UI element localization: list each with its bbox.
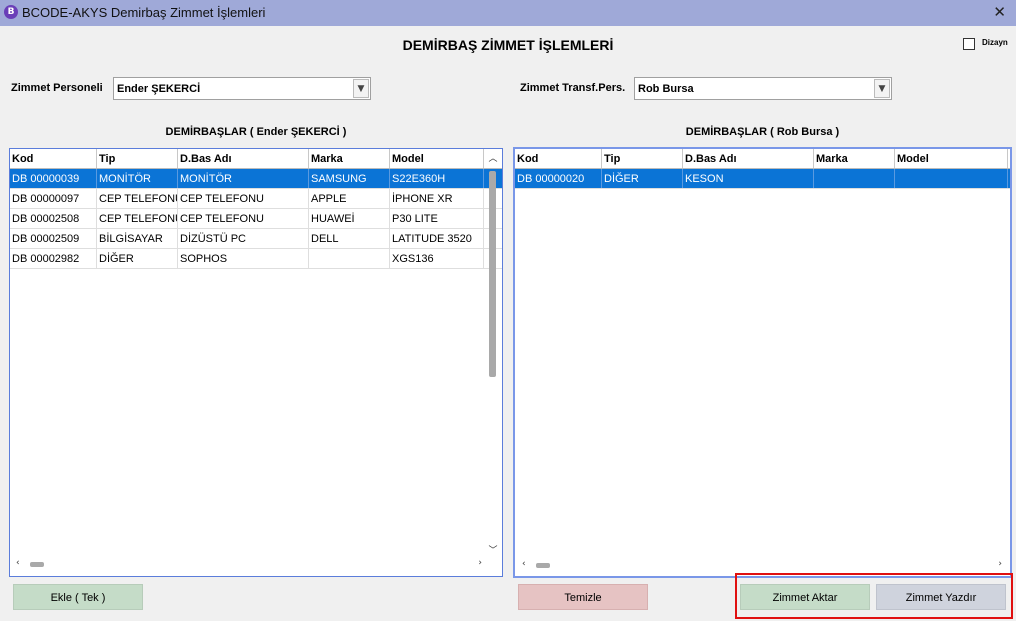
- design-checkbox[interactable]: [963, 38, 975, 50]
- highlight-frame: [735, 573, 1013, 619]
- zimmet-personeli-value: Ender ŞEKERCİ: [117, 83, 201, 95]
- transfer-person-label: Zimmet Transf.Pers.: [520, 82, 626, 94]
- scroll-thumb[interactable]: [489, 171, 496, 377]
- clear-button[interactable]: Temizle: [518, 584, 648, 610]
- column-header[interactable]: Marka: [309, 149, 390, 168]
- table-cell: DB 00000097: [10, 189, 97, 208]
- table-cell: SAMSUNG: [309, 169, 390, 188]
- table-cell: [895, 169, 1008, 188]
- right-grid-title: DEMİRBAŞLAR ( Rob Bursa ): [685, 126, 840, 138]
- table-row[interactable]: DB 00002508 CEP TELEFONU CEP TELEFONU HUAWE…: [10, 209, 502, 229]
- add-single-button[interactable]: Ekle ( Tek ): [13, 584, 143, 610]
- column-header[interactable]: Tip: [97, 149, 178, 168]
- left-grid-title: DEMİRBAŞLAR ( Ender ŞEKERCİ ): [165, 126, 347, 138]
- table-row[interactable]: DB 00000039 MONİTÖR MONİTÖR SAMSUNG S22E360H: [10, 169, 502, 189]
- column-header[interactable]: D.Bas Adı: [178, 149, 309, 168]
- table-cell: SOPHOS: [178, 249, 309, 268]
- table-cell: DB 00000039: [10, 169, 97, 188]
- table-cell: CEP TELEFONU: [97, 189, 178, 208]
- scroll-left-icon[interactable]: ‹: [522, 559, 526, 569]
- title-bar: B BCODE-AKYS Demirbaş Zimmet İşlemleri ✕: [0, 0, 1016, 26]
- zimmet-personeli-select[interactable]: Ender ŞEKERCİ ▼: [113, 77, 371, 100]
- table-cell: DELL: [309, 229, 390, 248]
- table-cell: P30 LITE: [390, 209, 484, 228]
- table-cell: CEP TELEFONU: [97, 209, 178, 228]
- zimmet-personeli-label: Zimmet Personeli: [11, 82, 103, 94]
- column-header[interactable]: Marka: [814, 149, 895, 168]
- table-cell: DİĞER: [602, 169, 683, 188]
- table-cell: CEP TELEFONU: [178, 209, 309, 228]
- column-header[interactable]: Model: [895, 149, 1008, 168]
- table-cell: HUAWEİ: [309, 209, 390, 228]
- left-horizontal-scrollbar[interactable]: ‹ ›: [16, 558, 482, 570]
- right-assets-grid[interactable]: Kod Tip D.Bas Adı Marka Model DB 00000020 DİĞ…: [513, 147, 1012, 578]
- table-cell: MONİTÖR: [97, 169, 178, 188]
- table-cell: CEP TELEFONU: [178, 189, 309, 208]
- table-cell: MONİTÖR: [178, 169, 309, 188]
- left-grid-body: DB 00000039 MONİTÖR MONİTÖR SAMSUNG S22E360H…: [10, 169, 502, 269]
- left-grid-header: Kod Tip D.Bas Adı Marka Model: [10, 149, 502, 169]
- form-body: DEMİRBAŞ ZİMMET İŞLEMLERİ Dizayn Zimmet …: [0, 26, 1016, 621]
- column-header[interactable]: Kod: [10, 149, 97, 168]
- scroll-thumb[interactable]: [30, 562, 44, 567]
- table-row[interactable]: DB 00002982 DİĞER SOPHOS XGS136: [10, 249, 502, 269]
- column-header[interactable]: D.Bas Adı: [683, 149, 814, 168]
- table-cell: S22E360H: [390, 169, 484, 188]
- scroll-left-icon[interactable]: ‹: [16, 558, 20, 568]
- table-cell: XGS136: [390, 249, 484, 268]
- table-cell: [814, 169, 895, 188]
- left-vertical-scrollbar[interactable]: ︿ ﹀: [488, 151, 498, 556]
- table-cell: [309, 249, 390, 268]
- table-cell: KESON: [683, 169, 814, 188]
- scroll-up-icon[interactable]: ︿: [488, 151, 498, 164]
- right-horizontal-scrollbar[interactable]: ‹ ›: [522, 559, 1002, 571]
- page-title: DEMİRBAŞ ZİMMET İŞLEMLERİ: [402, 37, 614, 53]
- column-header[interactable]: Model: [390, 149, 484, 168]
- table-cell: DB 00000020: [515, 169, 602, 188]
- table-cell: DB 00002508: [10, 209, 97, 228]
- right-grid-header: Kod Tip D.Bas Adı Marka Model: [515, 149, 1010, 169]
- window-title: BCODE-AKYS Demirbaş Zimmet İşlemleri: [22, 5, 266, 20]
- column-header[interactable]: Kod: [515, 149, 602, 168]
- table-cell: DB 00002982: [10, 249, 97, 268]
- scroll-right-icon[interactable]: ›: [478, 558, 482, 568]
- table-cell: APPLE: [309, 189, 390, 208]
- scroll-down-icon[interactable]: ﹀: [488, 543, 498, 556]
- table-cell: DİZÜSTÜ PC: [178, 229, 309, 248]
- scroll-thumb[interactable]: [536, 563, 550, 568]
- scroll-right-icon[interactable]: ›: [998, 559, 1002, 569]
- table-cell: DB 00002509: [10, 229, 97, 248]
- left-assets-grid[interactable]: Kod Tip D.Bas Adı Marka Model DB 00000039 MON…: [9, 148, 503, 577]
- table-cell: BİLGİSAYAR: [97, 229, 178, 248]
- transfer-person-value: Rob Bursa: [638, 83, 694, 95]
- table-cell: LATITUDE 3520: [390, 229, 484, 248]
- design-checkbox-label: Dizayn: [982, 38, 1008, 47]
- app-logo-icon: B: [4, 5, 18, 19]
- table-row[interactable]: DB 00000097 CEP TELEFONU CEP TELEFONU APPLE…: [10, 189, 502, 209]
- chevron-down-icon[interactable]: ▼: [874, 79, 890, 98]
- transfer-person-select[interactable]: Rob Bursa ▼: [634, 77, 892, 100]
- close-icon[interactable]: ✕: [993, 3, 1006, 21]
- table-cell: İPHONE XR: [390, 189, 484, 208]
- table-row[interactable]: DB 00002509 BİLGİSAYAR DİZÜSTÜ PC DELL LATIT…: [10, 229, 502, 249]
- table-cell: DİĞER: [97, 249, 178, 268]
- right-grid-body: DB 00000020 DİĞER KESON: [515, 169, 1010, 189]
- chevron-down-icon[interactable]: ▼: [353, 79, 369, 98]
- column-header[interactable]: Tip: [602, 149, 683, 168]
- table-row[interactable]: DB 00000020 DİĞER KESON: [515, 169, 1010, 189]
